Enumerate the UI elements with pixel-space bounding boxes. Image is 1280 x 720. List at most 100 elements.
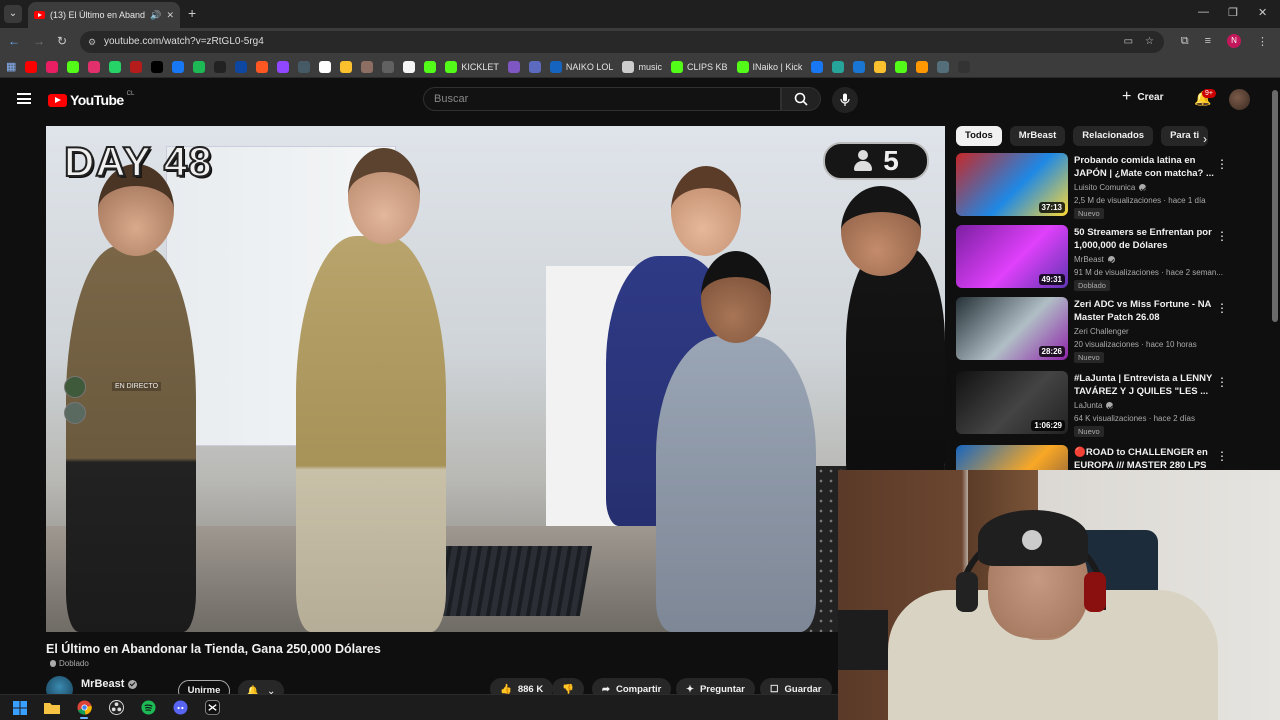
bookmark-item[interactable] [937, 60, 950, 73]
chip-mrbeast[interactable]: MrBeast [1009, 126, 1066, 146]
bookmark-item[interactable] [874, 60, 887, 73]
bookmark-item[interactable] [172, 60, 185, 73]
bookmark-item[interactable]: KICKLET [445, 60, 499, 73]
video-thumbnail[interactable]: 49:31 [956, 225, 1068, 288]
bookmark-item[interactable]: music [622, 60, 662, 73]
chip-todos[interactable]: Todos [956, 126, 1002, 146]
chip-relacionados[interactable]: Relacionados [1073, 126, 1154, 146]
menu-icon[interactable] [17, 93, 31, 104]
apps-grid-icon[interactable]: ▦ [6, 60, 16, 73]
bookmark-item[interactable] [958, 60, 971, 73]
bookmark-item[interactable] [916, 60, 929, 73]
more-options-icon[interactable]: ⋮ [1216, 449, 1228, 463]
bookmark-item[interactable] [25, 60, 38, 73]
bookmark-item[interactable] [319, 60, 332, 73]
chevron-right-icon[interactable]: › [1203, 132, 1207, 146]
bookmark-item[interactable] [193, 60, 206, 73]
close-window-icon[interactable]: ✕ [1258, 6, 1267, 19]
back-icon[interactable]: ← [8, 34, 20, 48]
reload-icon[interactable]: ↻ [57, 34, 67, 48]
recommendation-card[interactable]: 1:06:29 #LaJunta | Entrevista a LENNY TAV… [956, 371, 1256, 437]
bookmark-item[interactable]: CLIPS KB [670, 60, 728, 73]
recommendation-channel[interactable]: LaJunta [1074, 401, 1114, 410]
new-tab-icon[interactable]: + [188, 5, 196, 21]
bookmark-item[interactable] [853, 60, 866, 73]
bookmark-item[interactable]: NAIKO LOL [549, 60, 613, 73]
bookmark-item[interactable] [214, 60, 227, 73]
profile-avatar[interactable]: N [1227, 34, 1241, 48]
recommendation-channel[interactable]: Luisito Comunica [1074, 183, 1147, 192]
video-thumbnail[interactable]: 1:06:29 [956, 371, 1068, 434]
capcut-icon[interactable] [200, 697, 224, 719]
bookmark-item[interactable] [832, 60, 845, 73]
chip-para-ti[interactable]: Para ti [1161, 126, 1209, 146]
discord-icon[interactable] [168, 697, 192, 719]
recommendation-title[interactable]: Probando comida latina en JAPÓN | ¿Mate … [1074, 154, 1214, 180]
recommendation-card[interactable]: 49:31 50 Streamers se Enfrentan por 1,000… [956, 225, 1256, 291]
recommendation-title[interactable]: 🔴ROAD to CHALLENGER en EUROPA /// MASTER… [1074, 446, 1214, 472]
video-thumbnail[interactable]: 28:26 [956, 297, 1068, 360]
restore-icon[interactable]: ❐ [1228, 6, 1238, 19]
bookmark-item[interactable] [46, 60, 59, 73]
chrome-icon[interactable] [72, 697, 96, 719]
bookmark-item[interactable] [88, 60, 101, 73]
user-avatar[interactable] [1229, 89, 1250, 110]
extensions-icon[interactable]: ⧉ [1181, 35, 1189, 48]
more-options-icon[interactable]: ⋮ [1216, 301, 1228, 315]
file-explorer-icon[interactable] [40, 697, 64, 719]
bookmark-item[interactable] [256, 60, 269, 73]
more-options-icon[interactable]: ⋮ [1216, 229, 1228, 243]
bookmark-item[interactable] [361, 60, 374, 73]
bookmark-item[interactable]: INaiko | Kick [736, 60, 802, 73]
bookmark-item[interactable] [382, 60, 395, 73]
bookmark-item[interactable] [895, 60, 908, 73]
youtube-logo[interactable]: YouTube CL [48, 91, 134, 108]
recommendation-title[interactable]: #LaJunta | Entrevista a LENNY TAVÁREZ Y … [1074, 372, 1214, 398]
search-button[interactable] [781, 87, 821, 111]
recommendation-card[interactable]: 28:26 Zeri ADC vs Miss Fortune - NA Maste… [956, 297, 1256, 363]
bookmark-item[interactable] [507, 60, 520, 73]
bookmark-item[interactable] [277, 60, 290, 73]
spotify-icon[interactable] [136, 697, 160, 719]
url-field[interactable]: ⚙ youtube.com/watch?v=zRtGL0-5rg4 ▭ ☆ [80, 31, 1164, 53]
voice-search-button[interactable] [832, 87, 858, 113]
person-head [671, 166, 741, 256]
bookmark-item[interactable] [130, 60, 143, 73]
bookmark-item[interactable] [528, 60, 541, 73]
bookmark-item[interactable] [424, 60, 437, 73]
video-thumbnail[interactable]: 37:13 [956, 153, 1068, 216]
create-button[interactable]: + Crear [1122, 89, 1163, 105]
recommendation-card[interactable]: 37:13 Probando comida latina en JAPÓN | ¿… [956, 153, 1256, 219]
minimize-icon[interactable]: — [1198, 6, 1209, 18]
bookmark-item[interactable] [151, 60, 164, 73]
bookmark-item[interactable] [340, 60, 353, 73]
more-options-icon[interactable]: ⋮ [1216, 157, 1228, 171]
speaker-icon[interactable]: 🔊 [150, 10, 161, 21]
bookmark-star-icon[interactable]: ☆ [1145, 31, 1154, 53]
close-tab-icon[interactable]: ✕ [166, 10, 174, 21]
windows-start-icon[interactable] [8, 697, 32, 719]
bookmark-item[interactable] [235, 60, 248, 73]
recommendation-channel[interactable]: MrBeast [1074, 255, 1115, 264]
bookmark-item[interactable] [811, 60, 824, 73]
site-info-icon[interactable]: ⚙ [88, 31, 96, 53]
bookmark-item[interactable] [403, 60, 416, 73]
recommendation-channel[interactable]: Zeri Challenger [1074, 327, 1129, 336]
browser-menu-icon[interactable]: ⋮ [1257, 35, 1268, 48]
browser-tab[interactable]: (13) El Último en Abandonar 🔊 ✕ [28, 2, 180, 28]
more-options-icon[interactable]: ⋮ [1216, 375, 1228, 389]
bookmark-item[interactable] [67, 60, 80, 73]
scrollbar[interactable] [1272, 90, 1278, 322]
channel-name[interactable]: MrBeast [81, 678, 138, 690]
cast-icon[interactable]: ▭ [1124, 31, 1133, 53]
media-control-icon[interactable]: ≡ [1205, 35, 1211, 47]
search-input[interactable]: Buscar [423, 87, 781, 111]
recommendation-title[interactable]: 50 Streamers se Enfrentan por 1,000,000 … [1074, 226, 1214, 252]
video-player[interactable]: DAY 48 5 EN DIRECTO [46, 126, 945, 632]
bookmark-item[interactable] [109, 60, 122, 73]
forward-icon[interactable]: → [33, 34, 45, 48]
obs-icon[interactable] [104, 697, 128, 719]
recommendation-title[interactable]: Zeri ADC vs Miss Fortune - NA Master Pat… [1074, 298, 1214, 324]
bookmark-item[interactable] [298, 60, 311, 73]
tab-search-icon[interactable]: ⌄ [4, 5, 22, 23]
